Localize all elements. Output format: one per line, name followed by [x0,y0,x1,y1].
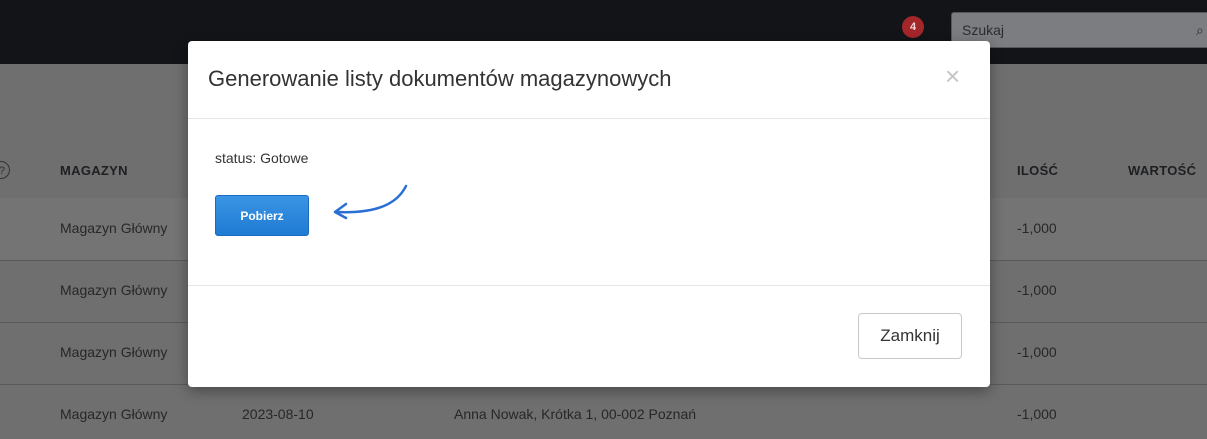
close-icon[interactable]: × [945,63,960,89]
column-header-ilosc[interactable]: ILOŚĆ [1017,163,1058,178]
modal-title: Generowanie listy dokumentów magazynowyc… [208,66,672,91]
modal-footer-divider [188,285,990,286]
cell-magazyn: Magazyn Główny [60,220,168,236]
search-icon[interactable]: ⌕ [1196,22,1204,39]
download-button[interactable]: Pobierz [215,195,309,236]
modal-header: Generowanie listy dokumentów magazynowyc… [188,41,990,119]
notification-badge[interactable]: 4 [902,16,924,38]
cell-kontrahent: Anna Nowak, Krótka 1, 00-002 Poznań [454,406,697,422]
annotation-arrow-icon [333,184,408,220]
cell-ilosc: -1,000 [1017,220,1057,236]
column-header-wartosc[interactable]: WARTOŚĆ [1128,163,1196,178]
cell-magazyn: Magazyn Główny [60,282,168,298]
cell-magazyn: Magazyn Główny [60,344,168,360]
export-modal: Generowanie listy dokumentów magazynowyc… [188,41,990,387]
search-input[interactable] [962,14,1182,46]
cell-ilosc: -1,000 [1017,282,1057,298]
status-text: status: Gotowe [215,150,309,166]
cell-data: 2023-08-10 [242,406,314,422]
cell-magazyn: Magazyn Główny [60,406,168,422]
column-header-magazyn[interactable]: MAGAZYN [60,163,128,178]
close-button[interactable]: Zamknij [858,313,962,359]
cell-ilosc: -1,000 [1017,344,1057,360]
cell-ilosc: -1,000 [1017,406,1057,422]
